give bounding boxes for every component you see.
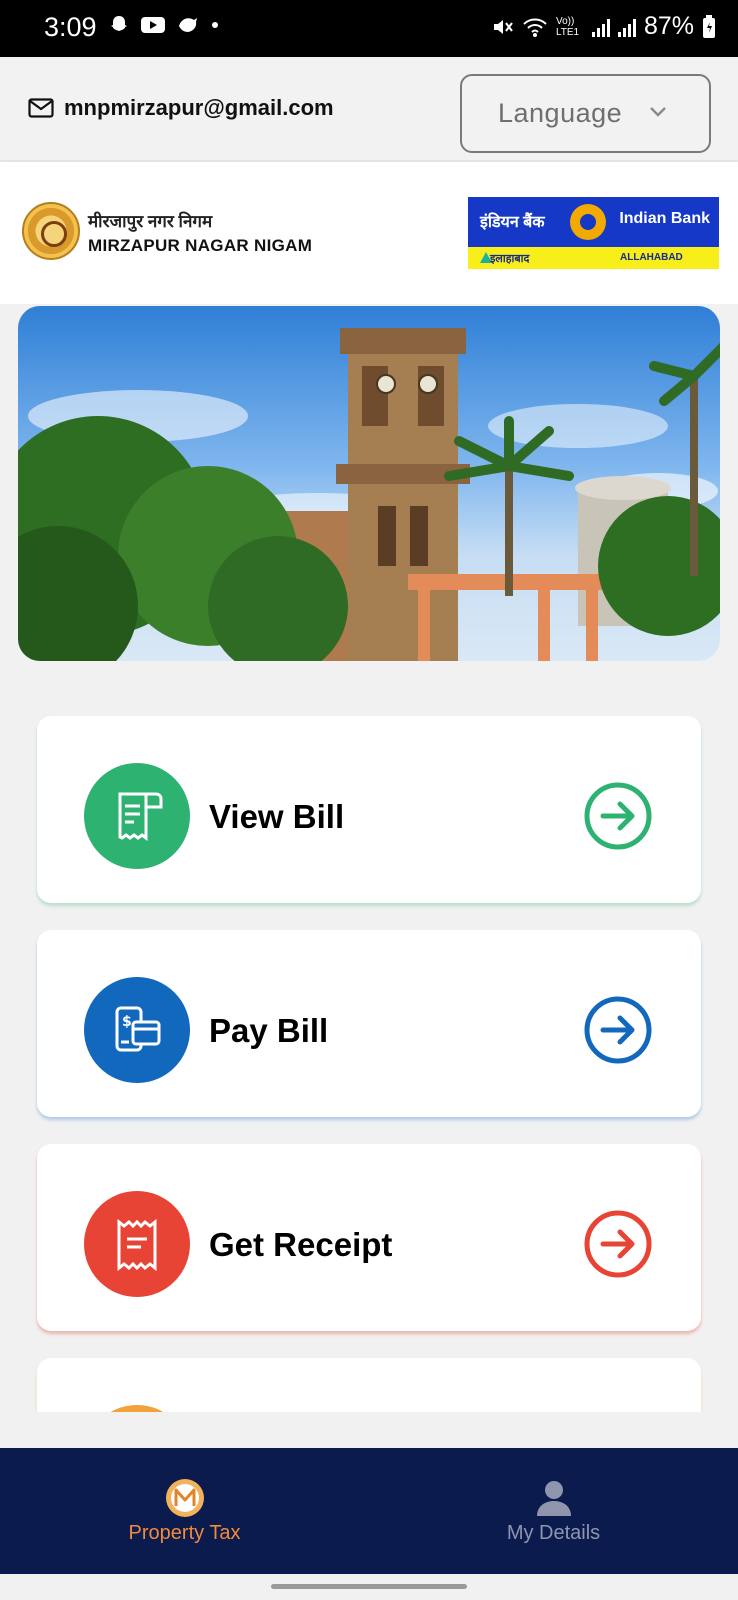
- network-label: Vo)) LTE1: [555, 15, 580, 38]
- get-receipt-card[interactable]: Get Receipt: [37, 1144, 701, 1331]
- signal-icon: [591, 17, 610, 37]
- arrow-right-icon[interactable]: [583, 1209, 653, 1279]
- contact-bar: mnpmirzapur@gmail.com Language: [0, 57, 738, 161]
- email-contact[interactable]: mnpmirzapur@gmail.com: [28, 95, 334, 121]
- mute-icon: [493, 19, 513, 34]
- language-label: Language: [498, 98, 623, 128]
- youtube-icon: [141, 17, 165, 33]
- get-receipt-label: Get Receipt: [209, 1226, 393, 1263]
- snapchat-icon: [111, 16, 127, 31]
- status-right: Vo)) LTE1 87%: [490, 12, 716, 41]
- actions-list[interactable]: View Bill $ Pay Bill Get Receipt: [0, 700, 738, 1412]
- arrow-right-icon[interactable]: [583, 781, 653, 851]
- status-time: 3:09: [44, 12, 97, 42]
- dot-icon: [212, 22, 218, 28]
- notification-icons: [108, 14, 220, 36]
- action-icon: [84, 1405, 190, 1412]
- bank-name-english: Indian Bank: [619, 210, 710, 227]
- pay-bill-card[interactable]: $ Pay Bill: [37, 930, 701, 1117]
- signal-2-icon: [617, 17, 636, 37]
- gesture-bar: [0, 1574, 738, 1600]
- language-dropdown[interactable]: Language: [460, 74, 711, 153]
- battery-icon: [703, 14, 715, 38]
- banner-image: [18, 306, 720, 661]
- nav-my-details[interactable]: My Details: [369, 1448, 738, 1574]
- home-indicator[interactable]: [271, 1584, 467, 1589]
- chevron-down-icon: [650, 107, 666, 117]
- status-bar: 3:09 Vo)) LTE1 87%: [0, 0, 738, 57]
- bank-name-hindi: इंडियन बैंक: [480, 214, 545, 231]
- receipt-icon: [84, 1191, 190, 1297]
- nagar-nigam-emblem: [22, 202, 80, 260]
- nav-my-details-label: My Details: [506, 1522, 601, 1544]
- notification-bird-icon: [179, 18, 197, 32]
- org-name-hindi: मीरजापुर नगर निगम: [88, 212, 213, 231]
- battery-percent: 87%: [643, 12, 694, 40]
- property-tax-logo-icon: [165, 1479, 204, 1517]
- payment-icon: $: [84, 977, 190, 1083]
- bottom-navigation: Property Tax My Details: [0, 1448, 738, 1574]
- wifi-icon: [523, 18, 547, 37]
- nav-property-tax[interactable]: Property Tax: [0, 1448, 369, 1574]
- pay-bill-label: Pay Bill: [209, 1012, 329, 1049]
- partial-action-card[interactable]: [37, 1358, 701, 1412]
- bank-emblem-icon: [570, 204, 606, 240]
- email-text: mnpmirzapur@gmail.com: [64, 95, 334, 120]
- indian-bank-logo: इंडियन बैंक Indian Bank इलाहाबाद ALLAHAB…: [468, 197, 719, 269]
- app-header: मीरजापुर नगर निगम MIRZAPUR NAGAR NIGAM इ…: [0, 162, 738, 304]
- nav-property-tax-label: Property Tax: [128, 1522, 241, 1544]
- bank-sub-english: ALLAHABAD: [620, 252, 683, 263]
- bill-icon: [84, 763, 190, 869]
- mail-icon: [28, 98, 54, 118]
- svg-text:$: $: [122, 1014, 132, 1030]
- user-icon: [536, 1481, 571, 1516]
- arrow-right-icon[interactable]: [583, 995, 653, 1065]
- view-bill-card[interactable]: View Bill: [37, 716, 701, 903]
- view-bill-label: View Bill: [209, 798, 345, 835]
- bank-sub-hindi: इलाहाबाद: [490, 253, 530, 265]
- org-name-english: MIRZAPUR NAGAR NIGAM: [88, 236, 313, 255]
